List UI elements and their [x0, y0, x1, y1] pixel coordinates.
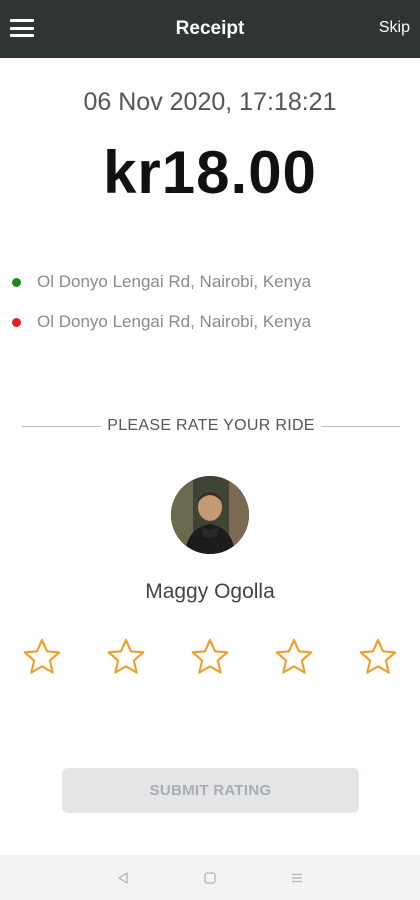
- skip-button[interactable]: Skip: [379, 19, 410, 37]
- app-header: Receipt Skip: [0, 0, 420, 58]
- star-5-icon[interactable]: [358, 637, 398, 677]
- driver-avatar: [171, 476, 249, 554]
- home-icon[interactable]: [200, 868, 220, 888]
- star-rating: [22, 635, 398, 679]
- dropoff-location: Ol Donyo Lengai Rd, Nairobi, Kenya: [12, 310, 412, 334]
- dropoff-address: Ol Donyo Lengai Rd, Nairobi, Kenya: [37, 312, 312, 331]
- receipt-screen: Receipt Skip 06 Nov 2020, 17:18:21 kr18.…: [0, 0, 420, 900]
- star-3-icon[interactable]: [190, 637, 230, 677]
- rate-prompt: PLEASE RATE YOUR RIDE: [107, 417, 315, 434]
- driver-name: Maggy Ogolla: [145, 580, 275, 603]
- divider-line-left: [22, 425, 102, 427]
- pickup-dot-icon: [12, 277, 21, 287]
- pickup-address: Ol Donyo Lengai Rd, Nairobi, Kenya: [37, 272, 312, 291]
- receipt-datetime: 06 Nov 2020, 17:18:21: [83, 88, 337, 116]
- star-2-icon[interactable]: [106, 637, 146, 677]
- divider-line-right: [320, 425, 401, 427]
- page-title: Receipt: [175, 18, 245, 39]
- star-1-icon[interactable]: [22, 637, 62, 677]
- pickup-location: Ol Donyo Lengai Rd, Nairobi, Kenya: [12, 270, 412, 294]
- driver-photo: [171, 476, 249, 554]
- hamburger-menu-icon[interactable]: [10, 16, 34, 40]
- dropoff-dot-icon: [12, 317, 21, 327]
- rate-section-divider: PLEASE RATE YOUR RIDE: [22, 414, 401, 438]
- back-icon[interactable]: [113, 868, 133, 888]
- recents-icon[interactable]: [287, 868, 307, 888]
- receipt-amount: kr18.00: [103, 139, 317, 206]
- submit-rating-button[interactable]: SUBMIT RATING: [62, 768, 359, 813]
- star-4-icon[interactable]: [274, 637, 314, 677]
- system-nav-bar: [0, 855, 420, 900]
